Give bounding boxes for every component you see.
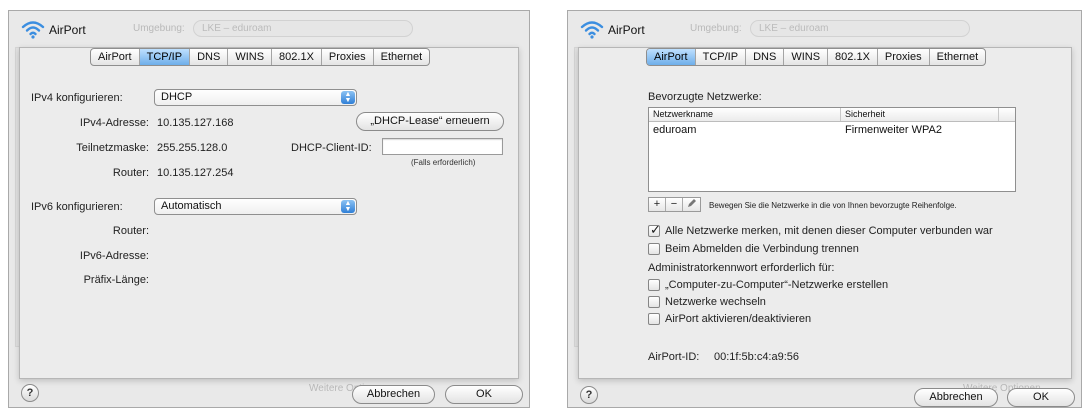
toggle-airport-option[interactable]: AirPort aktivieren/deaktivieren: [648, 313, 811, 325]
tab-bar: AirPort TCP/IP DNS WINS 802.1X Proxies E…: [646, 48, 987, 66]
preferred-networks-label: Bevorzugte Netzwerke:: [648, 91, 762, 103]
tab-tcpip[interactable]: TCP/IP: [139, 49, 191, 65]
cancel-button[interactable]: Abbrechen: [914, 388, 998, 407]
tab-8021x[interactable]: 802.1X: [272, 49, 322, 65]
cancel-button[interactable]: Abbrechen: [352, 385, 435, 404]
network-security-cell: Firmenweiter WPA2: [845, 124, 942, 136]
toggle-airport-checkbox[interactable]: [648, 313, 660, 325]
network-name-cell: eduroam: [653, 124, 697, 136]
ok-button[interactable]: OK: [445, 385, 523, 404]
tab-airport[interactable]: AirPort: [647, 49, 696, 65]
network-list-controls: + −: [648, 197, 701, 212]
column-network-name[interactable]: Netzwerkname: [649, 108, 841, 121]
reorder-hint: Bewegen Sie die Netzwerke in die von Ihn…: [709, 201, 957, 210]
create-adhoc-checkbox[interactable]: [648, 279, 660, 291]
tab-wins[interactable]: WINS: [784, 49, 829, 65]
ipv4-config-value: DHCP: [161, 91, 193, 103]
disconnect-on-logout-option[interactable]: Beim Abmelden die Verbindung trennen: [648, 243, 859, 255]
ipv4-address-label: IPv4-Adresse:: [79, 117, 149, 129]
ok-button[interactable]: OK: [1007, 388, 1075, 407]
help-button[interactable]: ?: [580, 386, 598, 404]
ipv6-config-select[interactable]: Automatisch ▲ ▼: [154, 198, 357, 215]
tab-proxies[interactable]: Proxies: [322, 49, 374, 65]
edit-network-button[interactable]: [683, 198, 700, 211]
table-row[interactable]: eduroam Firmenweiter WPA2: [649, 122, 1015, 138]
window-title: AirPort: [49, 23, 86, 37]
prefix-length-label: Präfix-Länge:: [83, 274, 149, 286]
ipv4-address-value: 10.135.127.168: [157, 117, 234, 129]
tab-dns[interactable]: DNS: [190, 49, 229, 65]
dhcp-client-id-field[interactable]: [382, 138, 503, 155]
admin-password-label: Administratorkennwort erforderlich für:: [648, 262, 835, 274]
change-networks-option[interactable]: Netzwerke wechseln: [648, 296, 766, 308]
remember-networks-checkbox[interactable]: [648, 222, 661, 238]
toggle-airport-label: AirPort aktivieren/deaktivieren: [665, 313, 812, 325]
ipv6-address-label: IPv6-Adresse:: [79, 250, 149, 262]
preferred-networks-table: Netzwerkname Sicherheit eduroam Firmenwe…: [648, 107, 1016, 192]
disconnect-on-logout-checkbox[interactable]: [648, 243, 660, 255]
select-arrows-icon: ▲ ▼: [341, 91, 355, 104]
router-value: 10.135.127.254: [157, 167, 234, 179]
add-network-button[interactable]: +: [649, 198, 666, 211]
dhcp-client-id-hint: (Falls erforderlich): [411, 158, 476, 167]
table-header: Netzwerkname Sicherheit: [649, 108, 1015, 122]
create-adhoc-option[interactable]: „Computer-zu-Computer“-Netzwerke erstell…: [648, 279, 888, 291]
airport-id-label: AirPort-ID:: [648, 351, 700, 363]
tab-dns[interactable]: DNS: [746, 49, 785, 65]
subnet-mask-label: Teilnetzmaske:: [76, 142, 149, 154]
remove-network-button[interactable]: −: [666, 198, 683, 211]
ipv6-config-value: Automatisch: [161, 200, 222, 212]
column-security[interactable]: Sicherheit: [841, 108, 999, 121]
remember-networks-label: Alle Netzwerke merken, mit denen dieser …: [665, 225, 993, 237]
ipv4-config-select[interactable]: DHCP ▲ ▼: [154, 89, 357, 106]
remember-networks-option[interactable]: Alle Netzwerke merken, mit denen dieser …: [648, 222, 993, 238]
window-header: AirPort: [568, 11, 1081, 51]
airport-id-value: 00:1f:5b:c4:a9:56: [714, 351, 800, 363]
tab-proxies[interactable]: Proxies: [878, 49, 930, 65]
ipv6-router-label: Router:: [112, 225, 149, 237]
window-title: AirPort: [608, 23, 645, 37]
tab-8021x[interactable]: 802.1X: [828, 49, 878, 65]
help-button[interactable]: ?: [21, 384, 39, 402]
ipv4-config-label: IPv4 konfigurieren:: [31, 92, 123, 104]
disconnect-on-logout-label: Beim Abmelden die Verbindung trennen: [665, 243, 859, 255]
create-adhoc-label: „Computer-zu-Computer“-Netzwerke erstell…: [665, 279, 889, 291]
tab-bar: AirPort TCP/IP DNS WINS 802.1X Proxies E…: [90, 48, 431, 66]
tab-tcpip[interactable]: TCP/IP: [696, 49, 747, 65]
dhcp-client-id-label: DHCP-Client-ID:: [291, 142, 372, 154]
renew-dhcp-lease-button[interactable]: „DHCP-Lease“ erneuern: [356, 112, 504, 131]
pencil-icon: [687, 199, 696, 207]
tab-ethernet[interactable]: Ethernet: [930, 49, 986, 65]
select-arrows-icon: ▲ ▼: [341, 200, 355, 213]
change-networks-label: Netzwerke wechseln: [665, 296, 766, 308]
airport-preferences-window: Umgebung: LKE – eduroam Weitere Optionen…: [567, 10, 1082, 408]
window-header: AirPort: [9, 11, 529, 51]
tab-airport[interactable]: AirPort: [91, 49, 140, 65]
ipv6-config-label: IPv6 konfigurieren:: [31, 201, 123, 213]
column-filler: [999, 108, 1015, 121]
wifi-icon: [580, 21, 604, 39]
subnet-mask-value: 255.255.128.0: [157, 142, 228, 154]
tab-wins[interactable]: WINS: [228, 49, 273, 65]
wifi-icon: [21, 21, 45, 39]
router-label: Router:: [112, 167, 149, 179]
change-networks-checkbox[interactable]: [648, 296, 660, 308]
tcpip-preferences-window: Umgebung: LKE – eduroam Weitere Optionen…: [8, 10, 530, 408]
tab-ethernet[interactable]: Ethernet: [374, 49, 430, 65]
